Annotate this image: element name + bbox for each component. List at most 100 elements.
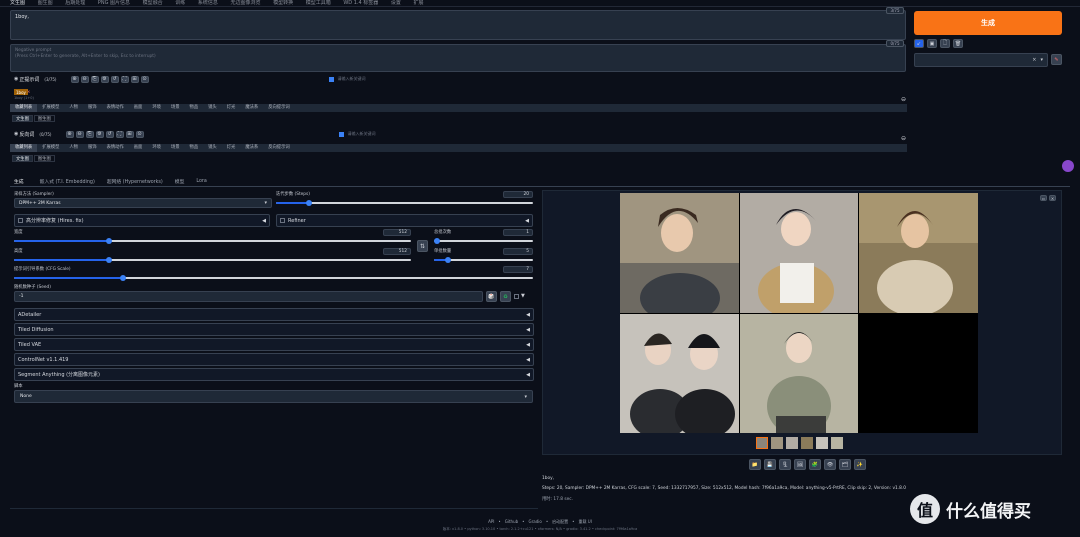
- tag-tab[interactable]: 魔法系: [240, 144, 263, 152]
- steps-input[interactable]: 20: [503, 191, 533, 198]
- sub-tab-txt2img[interactable]: 文生图: [12, 155, 33, 162]
- thumbnail[interactable]: [771, 437, 783, 449]
- width-input[interactable]: 512: [383, 229, 411, 236]
- refiner-accordion[interactable]: Refiner ◀: [276, 214, 533, 227]
- tool-icon[interactable]: ⊙: [135, 130, 144, 138]
- tag-tab[interactable]: 镜头: [203, 144, 222, 152]
- tag-tab[interactable]: 表情动作: [102, 144, 129, 152]
- delete-icon[interactable]: 🗑: [953, 39, 963, 48]
- tool-icon[interactable]: ⚙: [95, 130, 104, 138]
- tab-convert[interactable]: 模型转换: [273, 0, 293, 7]
- tiled-diffusion-accordion[interactable]: Tiled Diffusion ◀: [14, 323, 534, 336]
- collapse-icon[interactable]: ⊖: [901, 135, 906, 142]
- height-slider[interactable]: [14, 257, 411, 263]
- hires-fix-accordion[interactable]: 高分辨率修复 (Hires. fix) ◀: [14, 214, 270, 227]
- tab-png-info[interactable]: PNG 图片信息: [98, 0, 130, 7]
- batch-size-slider[interactable]: [434, 257, 533, 263]
- controlnet-accordion[interactable]: ControlNet v1.1.419 ◀: [14, 353, 534, 366]
- slider-thumb[interactable]: [106, 257, 113, 263]
- close-icon[interactable]: ×: [1049, 195, 1056, 201]
- tag-tab[interactable]: 灯光: [222, 104, 241, 112]
- batch-count-slider[interactable]: [434, 238, 533, 244]
- footer-reload-link[interactable]: 重载 UI: [579, 519, 592, 525]
- tab-sysinfo[interactable]: 系统信息: [198, 0, 218, 7]
- footer-api-link[interactable]: API: [488, 519, 494, 525]
- trash-icon[interactable]: ▣: [927, 39, 937, 48]
- checkbox[interactable]: [18, 218, 23, 223]
- result-image-grid[interactable]: [620, 193, 978, 433]
- keyword-input[interactable]: 请输入新关键词: [338, 76, 366, 82]
- keyword-input[interactable]: 请输入新关键词: [348, 131, 376, 137]
- tab-txt2img[interactable]: 文生图: [10, 0, 25, 7]
- tag-tab[interactable]: 物品: [185, 104, 204, 112]
- height-input[interactable]: 512: [383, 248, 411, 255]
- checkbox[interactable]: [280, 218, 285, 223]
- close-icon[interactable]: ×: [1032, 57, 1036, 63]
- batch-size-input[interactable]: 5: [503, 248, 533, 255]
- generated-image-2[interactable]: [740, 193, 858, 313]
- tag-tab[interactable]: 人物: [64, 144, 83, 152]
- tool-icon[interactable]: ⊙: [140, 75, 149, 83]
- tool-icon[interactable]: ⎘: [90, 75, 99, 83]
- save-icon[interactable]: 💾: [764, 459, 776, 470]
- tag-tab[interactable]: 场景: [166, 104, 185, 112]
- cfg-slider[interactable]: [14, 275, 533, 281]
- steps-slider[interactable]: [276, 200, 533, 206]
- tiled-vae-accordion[interactable]: Tiled VAE ◀: [14, 338, 534, 351]
- slider-thumb[interactable]: [306, 200, 313, 206]
- read-params-icon[interactable]: ↙: [914, 39, 924, 48]
- tab-lora[interactable]: Lora: [196, 179, 206, 184]
- batch-count-input[interactable]: 1: [503, 229, 533, 236]
- tag-tab[interactable]: 收藏列表: [10, 104, 38, 112]
- sub-tab-img2img[interactable]: 图生图: [33, 155, 55, 162]
- sub-tab-img2img[interactable]: 图生图: [33, 115, 55, 122]
- send-img2img-icon[interactable]: 🖼: [794, 459, 806, 470]
- zip-icon[interactable]: 🗜: [779, 459, 791, 470]
- generated-image-5[interactable]: [740, 314, 858, 433]
- tag-tab[interactable]: 人物: [64, 104, 83, 112]
- tab-settings[interactable]: 设置: [391, 0, 401, 7]
- tool-icon[interactable]: ↺: [110, 75, 119, 83]
- tag-tab[interactable]: 表情动作: [102, 104, 129, 112]
- tag-tab[interactable]: 画面: [129, 144, 148, 152]
- tab-merge[interactable]: 模型融合: [143, 0, 163, 7]
- tab-toolkit[interactable]: 模型工具箱: [306, 0, 331, 7]
- upscale-icon[interactable]: ✨: [854, 459, 866, 470]
- tool-icon[interactable]: ⊞: [125, 130, 134, 138]
- prompt-chip[interactable]: 1boy: [14, 89, 28, 95]
- send-browser-icon[interactable]: 🗂: [839, 459, 851, 470]
- tool-icon[interactable]: ⊕: [65, 130, 74, 138]
- checkbox[interactable]: [328, 76, 334, 82]
- tab-checkpoints[interactable]: 模型: [175, 178, 185, 185]
- script-dropdown[interactable]: None ▾: [14, 390, 533, 403]
- tag-tab[interactable]: 扩展模型: [37, 144, 64, 152]
- tab-extensions[interactable]: 扩展: [413, 0, 423, 7]
- thumbnail[interactable]: [831, 437, 843, 449]
- tag-tab[interactable]: 镜头: [203, 104, 222, 112]
- folder-icon[interactable]: 📁: [749, 459, 761, 470]
- send-inpaint-icon[interactable]: 🧩: [809, 459, 821, 470]
- tool-icon[interactable]: ⚙: [100, 75, 109, 83]
- generated-image-1[interactable]: [620, 193, 739, 313]
- cfg-input[interactable]: 7: [503, 266, 533, 273]
- footer-config-link[interactable]: 启动配置: [552, 519, 568, 525]
- tag-tab[interactable]: 环境: [147, 104, 166, 112]
- reuse-seed-button[interactable]: ♻: [500, 291, 511, 302]
- collapse-icon[interactable]: ⊖: [901, 96, 906, 103]
- send-extras-icon[interactable]: 👁: [824, 459, 836, 470]
- tag-tab[interactable]: 收藏列表: [10, 144, 38, 152]
- tag-tab[interactable]: 扩展模型: [37, 104, 64, 112]
- thumbnail[interactable]: [786, 437, 798, 449]
- tag-tab[interactable]: 环境: [147, 144, 166, 152]
- edit-styles-button[interactable]: ✎: [1051, 54, 1062, 65]
- tab-hypernetworks[interactable]: 超网络 (Hypernetworks): [107, 178, 163, 185]
- adetailer-accordion[interactable]: ADetailer ◀: [14, 308, 534, 321]
- swap-dimensions-button[interactable]: ⇅: [417, 240, 428, 252]
- tool-icon[interactable]: ⛶: [115, 130, 124, 138]
- tag-tab[interactable]: 反向提示词: [263, 144, 294, 152]
- tool-icon[interactable]: ⊖: [75, 130, 84, 138]
- tab-generate[interactable]: 生成: [10, 178, 28, 185]
- extra-seed-toggle[interactable]: ▼: [521, 293, 525, 299]
- sub-tab-txt2img[interactable]: 文生图: [12, 115, 33, 122]
- slider-thumb[interactable]: [444, 257, 451, 263]
